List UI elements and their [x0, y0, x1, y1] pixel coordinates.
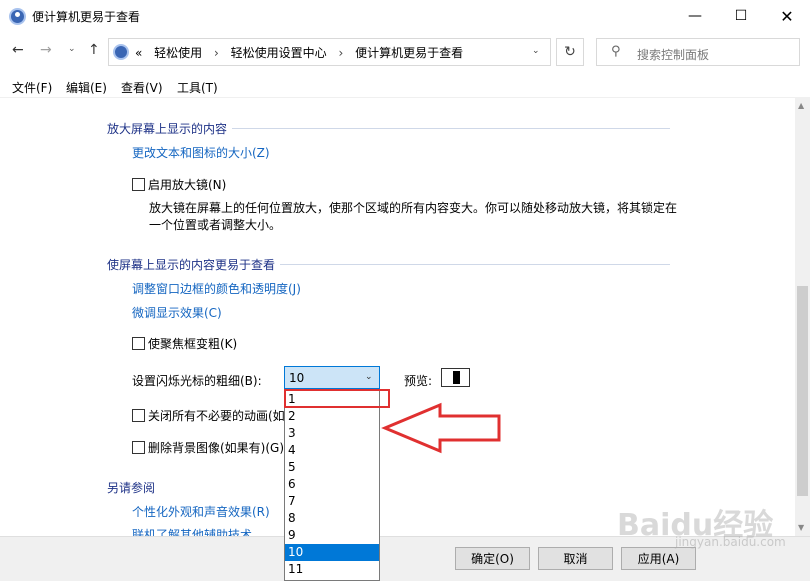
menu-tools[interactable]: 工具(T)	[177, 79, 218, 96]
enable-magnifier-option[interactable]: 启用放大镜(N)	[132, 176, 226, 193]
dropdown-option[interactable]: 11	[285, 561, 379, 578]
dropdown-option[interactable]: 8	[285, 510, 379, 527]
ok-button[interactable]: 确定(O)	[455, 547, 530, 570]
enable-magnifier-label: 启用放大镜(N)	[148, 178, 227, 192]
close-button[interactable]: ✕	[764, 0, 810, 32]
search-icon: ⚲	[611, 44, 621, 59]
breadcrumb-item[interactable]: 轻松使用设置中心	[231, 46, 327, 60]
title-bar: 便计算机更易于查看 — ☐ ✕	[0, 0, 810, 32]
scroll-up-icon[interactable]: ▲	[798, 101, 804, 110]
thick-focus-option[interactable]: 使聚焦框变粗(K)	[132, 335, 237, 352]
address-dropdown-icon[interactable]: ⌄	[532, 46, 540, 56]
minimize-button[interactable]: —	[672, 0, 718, 32]
up-button[interactable]: ↑	[88, 42, 100, 58]
vertical-scrollbar[interactable]: ▲ ▼	[795, 98, 810, 536]
window-title: 便计算机更易于查看	[32, 10, 141, 24]
watermark-url: jingyan.baidu.com	[675, 535, 786, 549]
search-input[interactable]: ⚲ 搜索控制面板	[596, 38, 800, 66]
breadcrumb-separator-icon[interactable]: ›	[214, 46, 219, 60]
remove-background-option[interactable]: 删除背景图像(如果有)(G)	[132, 439, 284, 456]
menu-edit[interactable]: 编辑(E)	[66, 79, 107, 96]
cancel-button[interactable]: 取消	[538, 547, 613, 570]
refresh-button[interactable]: ↻	[556, 38, 584, 66]
remove-background-checkbox[interactable]	[132, 441, 145, 454]
cursor-thickness-value: 10	[289, 371, 305, 385]
control-panel-icon	[9, 8, 26, 25]
dropdown-option-selected[interactable]: 10	[285, 544, 379, 561]
recent-locations-dropdown-icon[interactable]: ⌄	[68, 44, 76, 54]
address-toolbar: ← → ⌄ ↑ « 轻松使用 › 轻松使用设置中心 › 便计算机更易于查看 ⌄ …	[0, 32, 810, 72]
section-divider	[232, 128, 670, 129]
breadcrumb-separator-icon[interactable]: ›	[339, 46, 344, 60]
control-panel-icon	[113, 44, 129, 60]
scroll-down-icon[interactable]: ▼	[798, 523, 804, 532]
cursor-thickness-label: 设置闪烁光标的粗细(B):	[132, 374, 262, 388]
cursor-thickness-options[interactable]: 1 2 3 4 5 6 7 8 9 10 11	[284, 390, 380, 581]
section-heading-see-also: 另请参阅	[107, 481, 156, 495]
breadcrumb-item[interactable]: 轻松使用	[154, 46, 202, 60]
enable-magnifier-checkbox[interactable]	[132, 178, 145, 191]
personalize-link[interactable]: 个性化外观和声音效果(R)	[132, 503, 270, 520]
menu-bar: 文件(F) 编辑(E) 查看(V) 工具(T)	[0, 72, 810, 98]
menu-file[interactable]: 文件(F)	[12, 79, 52, 96]
dropdown-option[interactable]: 7	[285, 493, 379, 510]
dropdown-option[interactable]: 9	[285, 527, 379, 544]
magnifier-description-line-2: 一个位置或者调整大小。	[149, 218, 282, 232]
section-heading-magnify: 放大屏幕上显示的内容	[107, 122, 228, 136]
main-content: 放大屏幕上显示的内容 更改文本和图标的大小(Z) 启用放大镜(N) 放大镜在屏幕…	[0, 98, 795, 536]
cursor-preview	[441, 368, 470, 387]
maximize-button[interactable]: ☐	[718, 0, 764, 32]
highlight-box	[284, 389, 390, 408]
section-divider	[280, 264, 670, 265]
forward-button[interactable]: →	[40, 42, 52, 58]
apply-button[interactable]: 应用(A)	[621, 547, 696, 570]
dropdown-option[interactable]: 2	[285, 408, 379, 425]
adjust-border-color-link[interactable]: 调整窗口边框的颜色和透明度(J)	[132, 280, 301, 297]
disable-animations-checkbox[interactable]	[132, 409, 145, 422]
dropdown-option[interactable]: 3	[285, 425, 379, 442]
cursor-thickness-select[interactable]: 10 ⌄	[284, 366, 380, 389]
dropdown-option[interactable]: 4	[285, 442, 379, 459]
breadcrumb-item[interactable]: 便计算机更易于查看	[355, 46, 463, 60]
tune-display-link[interactable]: 微调显示效果(C)	[132, 304, 222, 321]
learn-assistive-tech-link[interactable]: 联机了解其他辅助技术	[132, 526, 252, 536]
cursor-preview-caret	[453, 371, 460, 384]
breadcrumb-overflow[interactable]: «	[135, 46, 142, 60]
section-heading-easier: 使屏幕上显示的内容更易于查看	[107, 258, 276, 272]
chevron-down-icon: ⌄	[365, 372, 373, 382]
scrollbar-thumb[interactable]	[797, 286, 808, 496]
change-text-size-link[interactable]: 更改文本和图标的大小(Z)	[132, 144, 270, 161]
annotation-arrow-icon	[381, 402, 501, 454]
search-placeholder: 搜索控制面板	[637, 48, 710, 62]
remove-background-label: 删除背景图像(如果有)(G)	[148, 441, 285, 455]
thick-focus-label: 使聚焦框变粗(K)	[148, 337, 238, 351]
preview-label: 预览:	[404, 374, 433, 388]
back-button[interactable]: ←	[12, 42, 24, 58]
dropdown-option[interactable]: 5	[285, 459, 379, 476]
breadcrumb: « 轻松使用 › 轻松使用设置中心 › 便计算机更易于查看	[135, 44, 471, 61]
address-box[interactable]: « 轻松使用 › 轻松使用设置中心 › 便计算机更易于查看 ⌄	[108, 38, 551, 66]
thick-focus-checkbox[interactable]	[132, 337, 145, 350]
disable-animations-option[interactable]: 关闭所有不必要的动画(如	[132, 407, 285, 424]
dropdown-option[interactable]: 6	[285, 476, 379, 493]
menu-view[interactable]: 查看(V)	[121, 79, 163, 96]
disable-animations-label: 关闭所有不必要的动画(如	[148, 409, 285, 423]
